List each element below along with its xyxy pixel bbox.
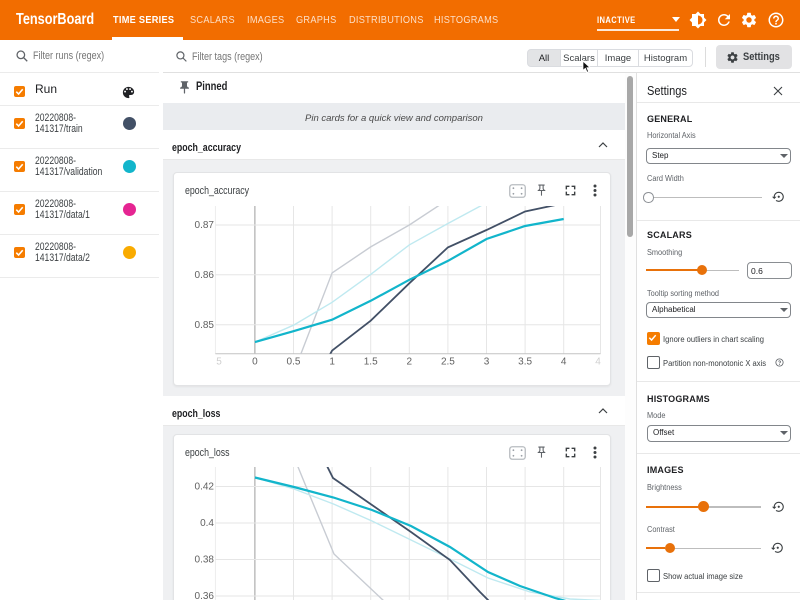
svg-text:4: 4 xyxy=(561,357,567,368)
svg-text:3: 3 xyxy=(484,357,490,368)
svg-text:0.38: 0.38 xyxy=(195,555,215,566)
svg-text:0.36: 0.36 xyxy=(195,591,215,600)
svg-text:0.86: 0.86 xyxy=(195,270,215,281)
svg-text:4: 4 xyxy=(595,357,601,368)
svg-text:2: 2 xyxy=(407,357,413,368)
svg-text:0.4: 0.4 xyxy=(200,518,214,529)
svg-text:0.85: 0.85 xyxy=(195,320,215,331)
svg-text:5: 5 xyxy=(216,357,222,368)
svg-text:0.5: 0.5 xyxy=(287,357,301,368)
svg-text:1: 1 xyxy=(329,357,335,368)
svg-text:0.87: 0.87 xyxy=(195,220,215,231)
svg-text:0: 0 xyxy=(252,357,258,368)
svg-text:0.42: 0.42 xyxy=(195,482,215,493)
svg-text:3.5: 3.5 xyxy=(518,357,532,368)
svg-text:2.5: 2.5 xyxy=(441,357,455,368)
svg-text:1.5: 1.5 xyxy=(364,357,378,368)
